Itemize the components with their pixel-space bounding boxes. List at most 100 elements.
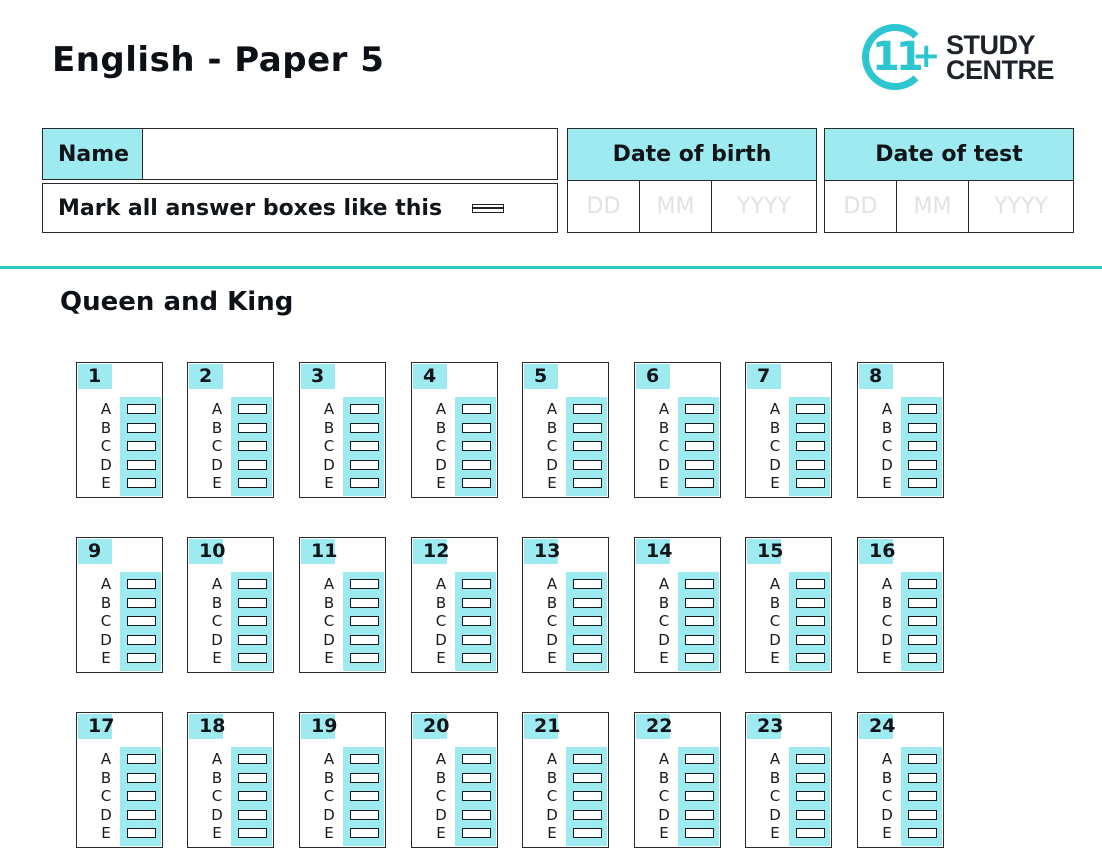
answer-box[interactable] [908,579,937,589]
answer-box[interactable] [462,422,491,433]
answer-box[interactable] [238,809,267,820]
answer-box[interactable] [127,478,156,488]
answer-box[interactable] [238,597,267,608]
answer-box[interactable] [908,791,937,801]
answer-box[interactable] [685,791,714,801]
answer-box[interactable] [908,478,937,488]
answer-box[interactable] [685,828,714,838]
answer-box[interactable] [462,772,491,783]
answer-box[interactable] [796,828,825,838]
answer-box[interactable] [796,404,825,414]
answer-box[interactable] [462,828,491,838]
answer-box[interactable] [350,616,379,626]
answer-box[interactable] [573,754,602,764]
answer-box[interactable] [127,809,156,820]
answer-box[interactable] [685,772,714,783]
answer-box[interactable] [573,478,602,488]
answer-box[interactable] [238,616,267,626]
answer-box[interactable] [127,441,156,451]
answer-box[interactable] [238,772,267,783]
answer-box[interactable] [462,478,491,488]
answer-box[interactable] [685,579,714,589]
answer-box[interactable] [462,754,491,764]
answer-box[interactable] [573,459,602,470]
answer-box[interactable] [796,459,825,470]
answer-box[interactable] [127,653,156,663]
answer-box[interactable] [462,809,491,820]
answer-box[interactable] [685,422,714,433]
answer-box[interactable] [127,422,156,433]
answer-box[interactable] [685,404,714,414]
answer-box[interactable] [462,441,491,451]
answer-box[interactable] [573,616,602,626]
answer-box[interactable] [796,579,825,589]
answer-box[interactable] [350,634,379,645]
answer-box[interactable] [573,441,602,451]
answer-box[interactable] [462,634,491,645]
answer-box[interactable] [573,653,602,663]
answer-box[interactable] [350,404,379,414]
answer-box[interactable] [908,597,937,608]
answer-box[interactable] [127,459,156,470]
answer-box[interactable] [685,441,714,451]
answer-box[interactable] [908,754,937,764]
answer-box[interactable] [796,616,825,626]
answer-box[interactable] [796,441,825,451]
answer-box[interactable] [350,422,379,433]
answer-box[interactable] [350,478,379,488]
answer-box[interactable] [573,791,602,801]
answer-box[interactable] [462,404,491,414]
test-month-input[interactable] [897,181,969,232]
answer-box[interactable] [462,597,491,608]
answer-box[interactable] [685,754,714,764]
answer-box[interactable] [462,579,491,589]
answer-box[interactable] [350,772,379,783]
answer-box[interactable] [127,597,156,608]
answer-box[interactable] [127,634,156,645]
answer-box[interactable] [350,828,379,838]
test-day-input[interactable] [825,181,897,232]
answer-box[interactable] [573,634,602,645]
answer-box[interactable] [462,459,491,470]
answer-box[interactable] [350,809,379,820]
answer-box[interactable] [796,634,825,645]
answer-box[interactable] [573,772,602,783]
answer-box[interactable] [238,791,267,801]
answer-box[interactable] [462,653,491,663]
name-input[interactable] [143,129,557,179]
answer-box[interactable] [462,616,491,626]
answer-box[interactable] [685,809,714,820]
answer-box[interactable] [685,478,714,488]
answer-box[interactable] [350,597,379,608]
answer-box[interactable] [685,653,714,663]
answer-box[interactable] [238,441,267,451]
answer-box[interactable] [796,597,825,608]
answer-box[interactable] [127,404,156,414]
answer-box[interactable] [127,772,156,783]
answer-box[interactable] [796,754,825,764]
answer-box[interactable] [573,422,602,433]
answer-box[interactable] [796,422,825,433]
answer-box[interactable] [350,459,379,470]
answer-box[interactable] [908,809,937,820]
answer-box[interactable] [238,459,267,470]
answer-box[interactable] [908,616,937,626]
answer-box[interactable] [127,791,156,801]
answer-box[interactable] [350,754,379,764]
answer-box[interactable] [573,597,602,608]
answer-box[interactable] [908,653,937,663]
dob-year-input[interactable] [712,181,816,232]
answer-box[interactable] [685,634,714,645]
answer-box[interactable] [908,828,937,838]
dob-day-input[interactable] [568,181,640,232]
answer-box[interactable] [350,653,379,663]
answer-box[interactable] [796,809,825,820]
answer-box[interactable] [796,478,825,488]
answer-box[interactable] [238,653,267,663]
answer-box[interactable] [908,404,937,414]
answer-box[interactable] [796,772,825,783]
answer-box[interactable] [908,441,937,451]
answer-box[interactable] [238,579,267,589]
answer-box[interactable] [350,791,379,801]
answer-box[interactable] [127,579,156,589]
